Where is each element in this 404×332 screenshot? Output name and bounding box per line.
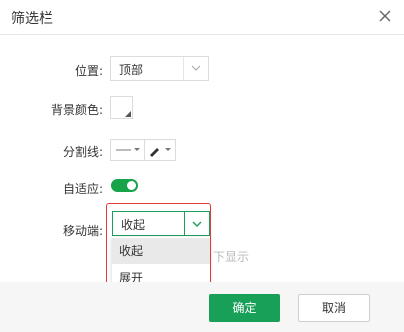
position-select[interactable]: 顶部 bbox=[110, 56, 209, 81]
adaptive-label: 自适应: bbox=[62, 182, 103, 196]
divider-label-wrap: 分割线: bbox=[0, 143, 103, 160]
chevron-down-icon bbox=[183, 57, 208, 80]
mobile-label: 移动端: bbox=[62, 224, 103, 238]
close-icon[interactable] bbox=[378, 9, 392, 23]
dialog-title: 筛选栏 bbox=[11, 11, 53, 27]
partially-hidden-text: 下显示 bbox=[213, 250, 250, 264]
background-color-swatch[interactable] bbox=[110, 96, 133, 119]
mobile-label-wrap: 移动端: bbox=[0, 222, 103, 239]
ok-button[interactable]: 确定 bbox=[209, 294, 280, 322]
red-highlight-box bbox=[106, 203, 211, 293]
position-value: 顶部 bbox=[119, 63, 144, 77]
line-style-select[interactable] bbox=[110, 139, 145, 161]
line-color-select[interactable] bbox=[144, 139, 176, 161]
position-label-wrap: 位置: bbox=[0, 62, 103, 79]
filter-bar-dialog: 筛选栏 位置: 顶部 背景颜色: 分割线: 自适应: 移动端: 收起 下显示 收… bbox=[0, 0, 404, 332]
dialog-header: 筛选栏 bbox=[0, 0, 404, 35]
position-label: 位置: bbox=[74, 64, 103, 78]
background-color-label: 背景颜色: bbox=[50, 103, 103, 117]
pen-icon bbox=[150, 148, 171, 157]
adaptive-label-wrap: 自适应: bbox=[0, 180, 103, 197]
background-color-label-wrap: 背景颜色: bbox=[0, 101, 103, 118]
cancel-button[interactable]: 取消 bbox=[298, 294, 370, 322]
adaptive-toggle[interactable] bbox=[111, 179, 138, 192]
divider-label: 分割线: bbox=[62, 145, 103, 159]
